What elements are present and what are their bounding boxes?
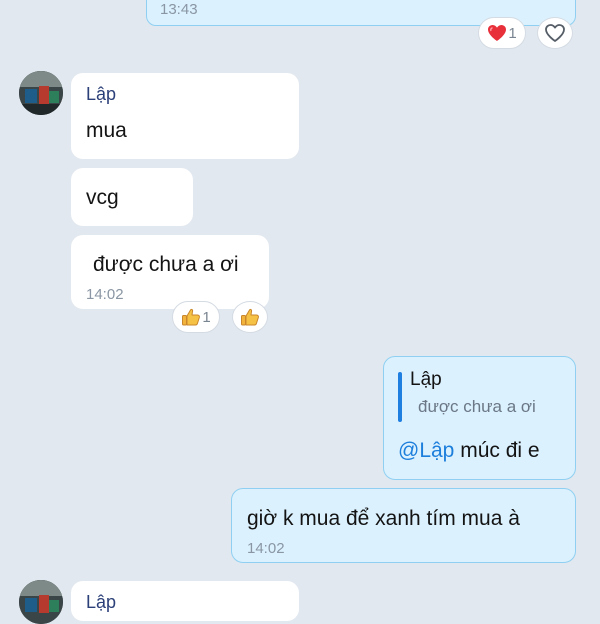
message-text: giờ k mua để xanh tím mua à xyxy=(247,507,520,530)
mention-link[interactable]: @Lập xyxy=(398,439,454,462)
incoming-message-bubble[interactable]: vcg xyxy=(71,168,193,226)
message-text: vcg xyxy=(86,186,119,209)
sender-name[interactable]: Lập xyxy=(86,592,116,613)
incoming-message-bubble[interactable]: Lập mua xyxy=(71,73,299,159)
quoted-sender-name: Lập xyxy=(410,369,442,390)
heart-reaction-count: 1 xyxy=(508,24,517,42)
like-reaction-count: 1 xyxy=(202,308,211,326)
message-text: mua xyxy=(86,119,127,142)
add-reaction-button[interactable] xyxy=(537,17,573,49)
sender-avatar[interactable] xyxy=(19,580,63,624)
quote-bar xyxy=(398,372,402,422)
reply-message-text: @Lập múc đi e xyxy=(398,439,540,463)
incoming-message-bubble[interactable]: được chưa a ơi 14:02 xyxy=(71,235,269,309)
quoted-message[interactable]: Lập được chưa a ơi xyxy=(410,369,536,417)
heart-reaction-chip[interactable]: 1 xyxy=(478,17,526,49)
reply-text: múc đi e xyxy=(460,439,540,462)
quoted-message-text: được chưa a ơi xyxy=(418,397,536,416)
outgoing-message-bubble[interactable]: giờ k mua để xanh tím mua à 14:02 xyxy=(231,488,576,563)
thumbs-up-icon xyxy=(181,307,201,327)
message-time: 14:02 xyxy=(247,540,285,557)
thumbs-up-icon xyxy=(240,307,260,327)
sender-avatar[interactable] xyxy=(19,71,63,115)
like-reaction-chip[interactable]: 1 xyxy=(172,301,220,333)
message-text: được chưa a ơi xyxy=(93,253,239,276)
incoming-message-bubble[interactable]: Lập xyxy=(71,581,299,621)
heart-outline-icon xyxy=(544,23,566,43)
heart-icon xyxy=(487,24,507,42)
message-time: 14:02 xyxy=(86,286,124,303)
like-react-button[interactable] xyxy=(232,301,268,333)
outgoing-reply-bubble[interactable]: Lập được chưa a ơi @Lập múc đi e xyxy=(383,356,576,480)
sender-name[interactable]: Lập xyxy=(86,84,116,105)
previous-message-time: 13:43 xyxy=(160,1,198,18)
